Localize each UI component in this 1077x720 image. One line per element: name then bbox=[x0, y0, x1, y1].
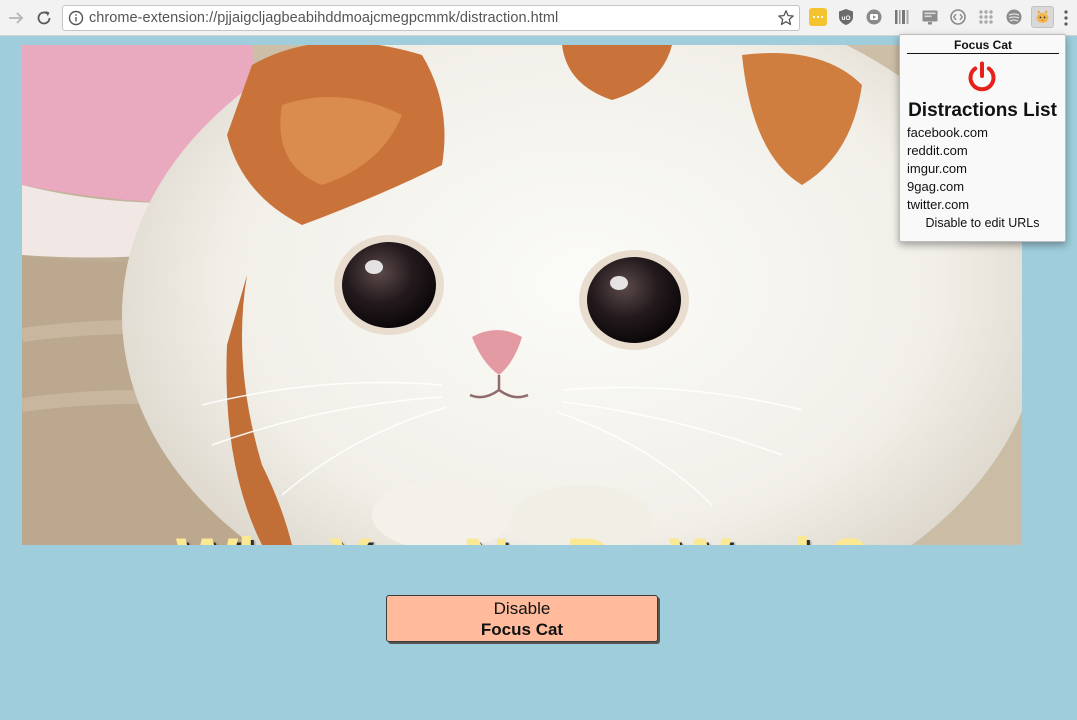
disable-focus-cat-button[interactable]: Disable Focus Cat bbox=[386, 595, 658, 642]
more-vertical-icon[interactable] bbox=[1060, 9, 1072, 27]
svg-text:uO: uO bbox=[841, 15, 850, 22]
extension-screen-icon[interactable] bbox=[921, 8, 939, 26]
extension-video-icon[interactable] bbox=[865, 8, 883, 26]
distraction-site: facebook.com bbox=[907, 125, 988, 140]
address-url[interactable]: chrome-extension://pjjaigcljagbeabihddmo… bbox=[89, 10, 558, 26]
extension-code-icon[interactable] bbox=[949, 8, 967, 26]
arrow-forward-icon[interactable] bbox=[6, 8, 26, 28]
distraction-site: imgur.com bbox=[907, 161, 967, 176]
extension-shield-icon[interactable]: uO bbox=[837, 8, 855, 26]
popup-title: Focus Cat bbox=[907, 38, 1059, 54]
reload-icon[interactable] bbox=[34, 8, 54, 28]
star-icon[interactable] bbox=[777, 9, 795, 27]
extension-yellow-icon[interactable] bbox=[809, 8, 827, 26]
address-bar[interactable]: chrome-extension://pjjaigcljagbeabihddmo… bbox=[62, 5, 800, 31]
extension-grid-icon[interactable] bbox=[977, 8, 995, 26]
sad-cat-illustration bbox=[22, 45, 1022, 545]
focus-cat-popup: Focus Cat Distractions List facebook.com… bbox=[899, 34, 1066, 242]
hero-caption: Why You No Do Work? bbox=[22, 523, 1022, 545]
distraction-site: 9gag.com bbox=[907, 179, 965, 194]
distraction-site: twitter.com bbox=[907, 197, 970, 212]
info-icon[interactable] bbox=[68, 10, 84, 26]
power-icon[interactable] bbox=[965, 60, 999, 94]
distractions-list: facebook.com reddit.com imgur.com 9gag.c… bbox=[907, 124, 988, 214]
distraction-site: reddit.com bbox=[907, 143, 968, 158]
extension-barcode-icon[interactable] bbox=[893, 8, 911, 26]
disable-button-line2: Focus Cat bbox=[480, 620, 564, 639]
distractions-list-heading: Distractions List bbox=[908, 100, 1057, 121]
distraction-hero-image: Why You No Do Work? bbox=[22, 45, 1022, 545]
focus-cat-extension-icon[interactable] bbox=[1031, 6, 1054, 28]
popup-note: Disable to edit URLs bbox=[925, 216, 1040, 230]
browser-toolbar: chrome-extension://pjjaigcljagbeabihddmo… bbox=[0, 0, 1077, 36]
extension-stripes-icon[interactable] bbox=[1005, 8, 1023, 26]
disable-button-line1: Disable bbox=[493, 599, 551, 618]
